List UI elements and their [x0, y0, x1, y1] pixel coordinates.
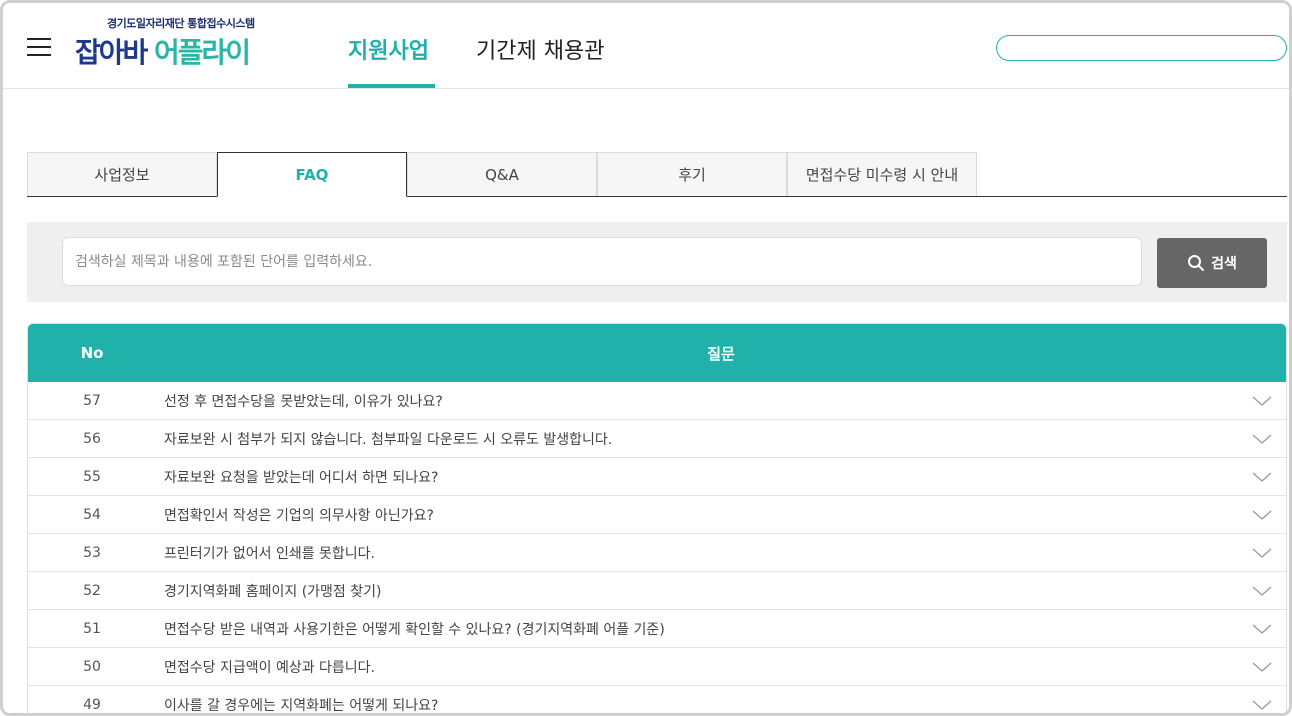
column-header-question: 질문 — [707, 344, 735, 363]
table-body: 57 선정 후 면접수당을 못받았는데, 이유가 있나요? 56 자료보완 시 첨부가… — [28, 382, 1286, 714]
table-row[interactable]: 52 경기지역화폐 홈페이지 (가맹점 찾기) — [28, 572, 1286, 610]
table-row[interactable]: 49 이사를 갈 경우에는 지역화폐는 어떻게 되나요? — [28, 686, 1286, 714]
row-number: 57 — [83, 393, 101, 409]
faq-search-input[interactable] — [63, 238, 1141, 285]
row-question: 면접수당 지급액이 예상과 다릅니다. — [164, 660, 375, 676]
tab-interview-allowance-guide[interactable]: 면접수당 미수령 시 안내 — [787, 152, 977, 196]
tab-faq[interactable]: FAQ — [217, 152, 407, 197]
table-row[interactable]: 51 면접수당 받은 내역과 사용기한은 어떻게 확인할 수 있나요? (경기지역… — [28, 610, 1286, 648]
tab-reviews[interactable]: 후기 — [597, 152, 787, 196]
site-logo[interactable]: 경기도일자리재단 통합접수시스템 잡아바 어플라이 — [75, 13, 295, 69]
table-row[interactable]: 50 면접수당 지급액이 예상과 다릅니다. — [28, 648, 1286, 686]
logo-subtitle: 경기도일자리재단 통합접수시스템 — [107, 17, 255, 30]
tab-qna[interactable]: Q&A — [407, 152, 597, 196]
row-question: 면접수당 받은 내역과 사용기한은 어떻게 확인할 수 있나요? (경기지역화폐… — [164, 622, 665, 638]
row-number: 52 — [83, 583, 101, 599]
chevron-down-icon[interactable] — [1252, 393, 1272, 409]
row-number: 49 — [83, 697, 101, 713]
chevron-down-icon[interactable] — [1252, 621, 1272, 637]
tab-program-info[interactable]: 사업정보 — [27, 152, 217, 196]
chevron-down-icon[interactable] — [1252, 697, 1272, 713]
chevron-down-icon[interactable] — [1252, 469, 1272, 485]
nav-temporary-jobs[interactable]: 기간제 채용관 — [476, 33, 604, 65]
row-number: 56 — [83, 431, 101, 447]
table-row[interactable]: 56 자료보완 시 첨부가 되지 않습니다. 첨부파일 다운로드 시 오류도 발생… — [28, 420, 1286, 458]
faq-search-field — [62, 237, 1142, 286]
search-button-label: 검색 — [1211, 256, 1237, 272]
faq-table: No 질문 57 선정 후 면접수당을 못받았는데, 이유가 있나요? 56 자료보완… — [27, 323, 1287, 714]
search-button[interactable]: 검색 — [1157, 238, 1267, 288]
chevron-down-icon[interactable] — [1252, 659, 1272, 675]
nav-active-indicator — [348, 84, 435, 88]
row-question: 이사를 갈 경우에는 지역화폐는 어떻게 되나요? — [164, 698, 439, 714]
table-row[interactable]: 53 프린터기가 없어서 인쇄를 못합니다. — [28, 534, 1286, 572]
header-search-box — [996, 35, 1287, 61]
logo-title-part2: 어플라이 — [154, 36, 251, 69]
chevron-down-icon[interactable] — [1252, 431, 1272, 447]
row-question: 선정 후 면접수당을 못받았는데, 이유가 있나요? — [164, 394, 443, 410]
row-question: 프린터기가 없어서 인쇄를 못합니다. — [164, 546, 375, 562]
hamburger-menu-icon[interactable] — [27, 38, 51, 56]
table-row[interactable]: 54 면접확인서 작성은 기업의 의무사항 아닌가요? — [28, 496, 1286, 534]
row-number: 50 — [83, 659, 101, 675]
nav-support-programs[interactable]: 지원사업 — [348, 33, 429, 65]
table-row[interactable]: 57 선정 후 면접수당을 못받았는데, 이유가 있나요? — [28, 382, 1286, 420]
row-question: 자료보완 시 첨부가 되지 않습니다. 첨부파일 다운로드 시 오류도 발생합니… — [164, 432, 613, 448]
row-number: 51 — [83, 621, 101, 637]
row-number: 53 — [83, 545, 101, 561]
faq-search-area: 검색 — [27, 222, 1287, 302]
site-header: 경기도일자리재단 통합접수시스템 잡아바 어플라이 지원사업 기간제 채용관 — [3, 3, 1289, 89]
row-number: 54 — [83, 507, 101, 523]
table-row[interactable]: 55 자료보완 요청을 받았는데 어디서 하면 되나요? — [28, 458, 1286, 496]
column-header-no: No — [80, 344, 104, 362]
row-question: 자료보완 요청을 받았는데 어디서 하면 되나요? — [164, 470, 439, 486]
table-header: No 질문 — [28, 324, 1286, 382]
search-icon — [1188, 255, 1205, 271]
header-search-input[interactable] — [997, 36, 1286, 60]
logo-title-part1: 잡아바 — [75, 36, 148, 69]
chevron-down-icon[interactable] — [1252, 507, 1272, 523]
logo-title: 잡아바 어플라이 — [75, 31, 251, 71]
row-question: 면접확인서 작성은 기업의 의무사항 아닌가요? — [164, 508, 434, 524]
page-frame: 경기도일자리재단 통합접수시스템 잡아바 어플라이 지원사업 기간제 채용관 사… — [0, 0, 1292, 716]
chevron-down-icon[interactable] — [1252, 583, 1272, 599]
row-number: 55 — [83, 469, 101, 485]
chevron-down-icon[interactable] — [1252, 545, 1272, 561]
section-tabs: 사업정보 FAQ Q&A 후기 면접수당 미수령 시 안내 — [27, 152, 1287, 197]
row-question: 경기지역화폐 홈페이지 (가맹점 찾기) — [164, 584, 382, 600]
